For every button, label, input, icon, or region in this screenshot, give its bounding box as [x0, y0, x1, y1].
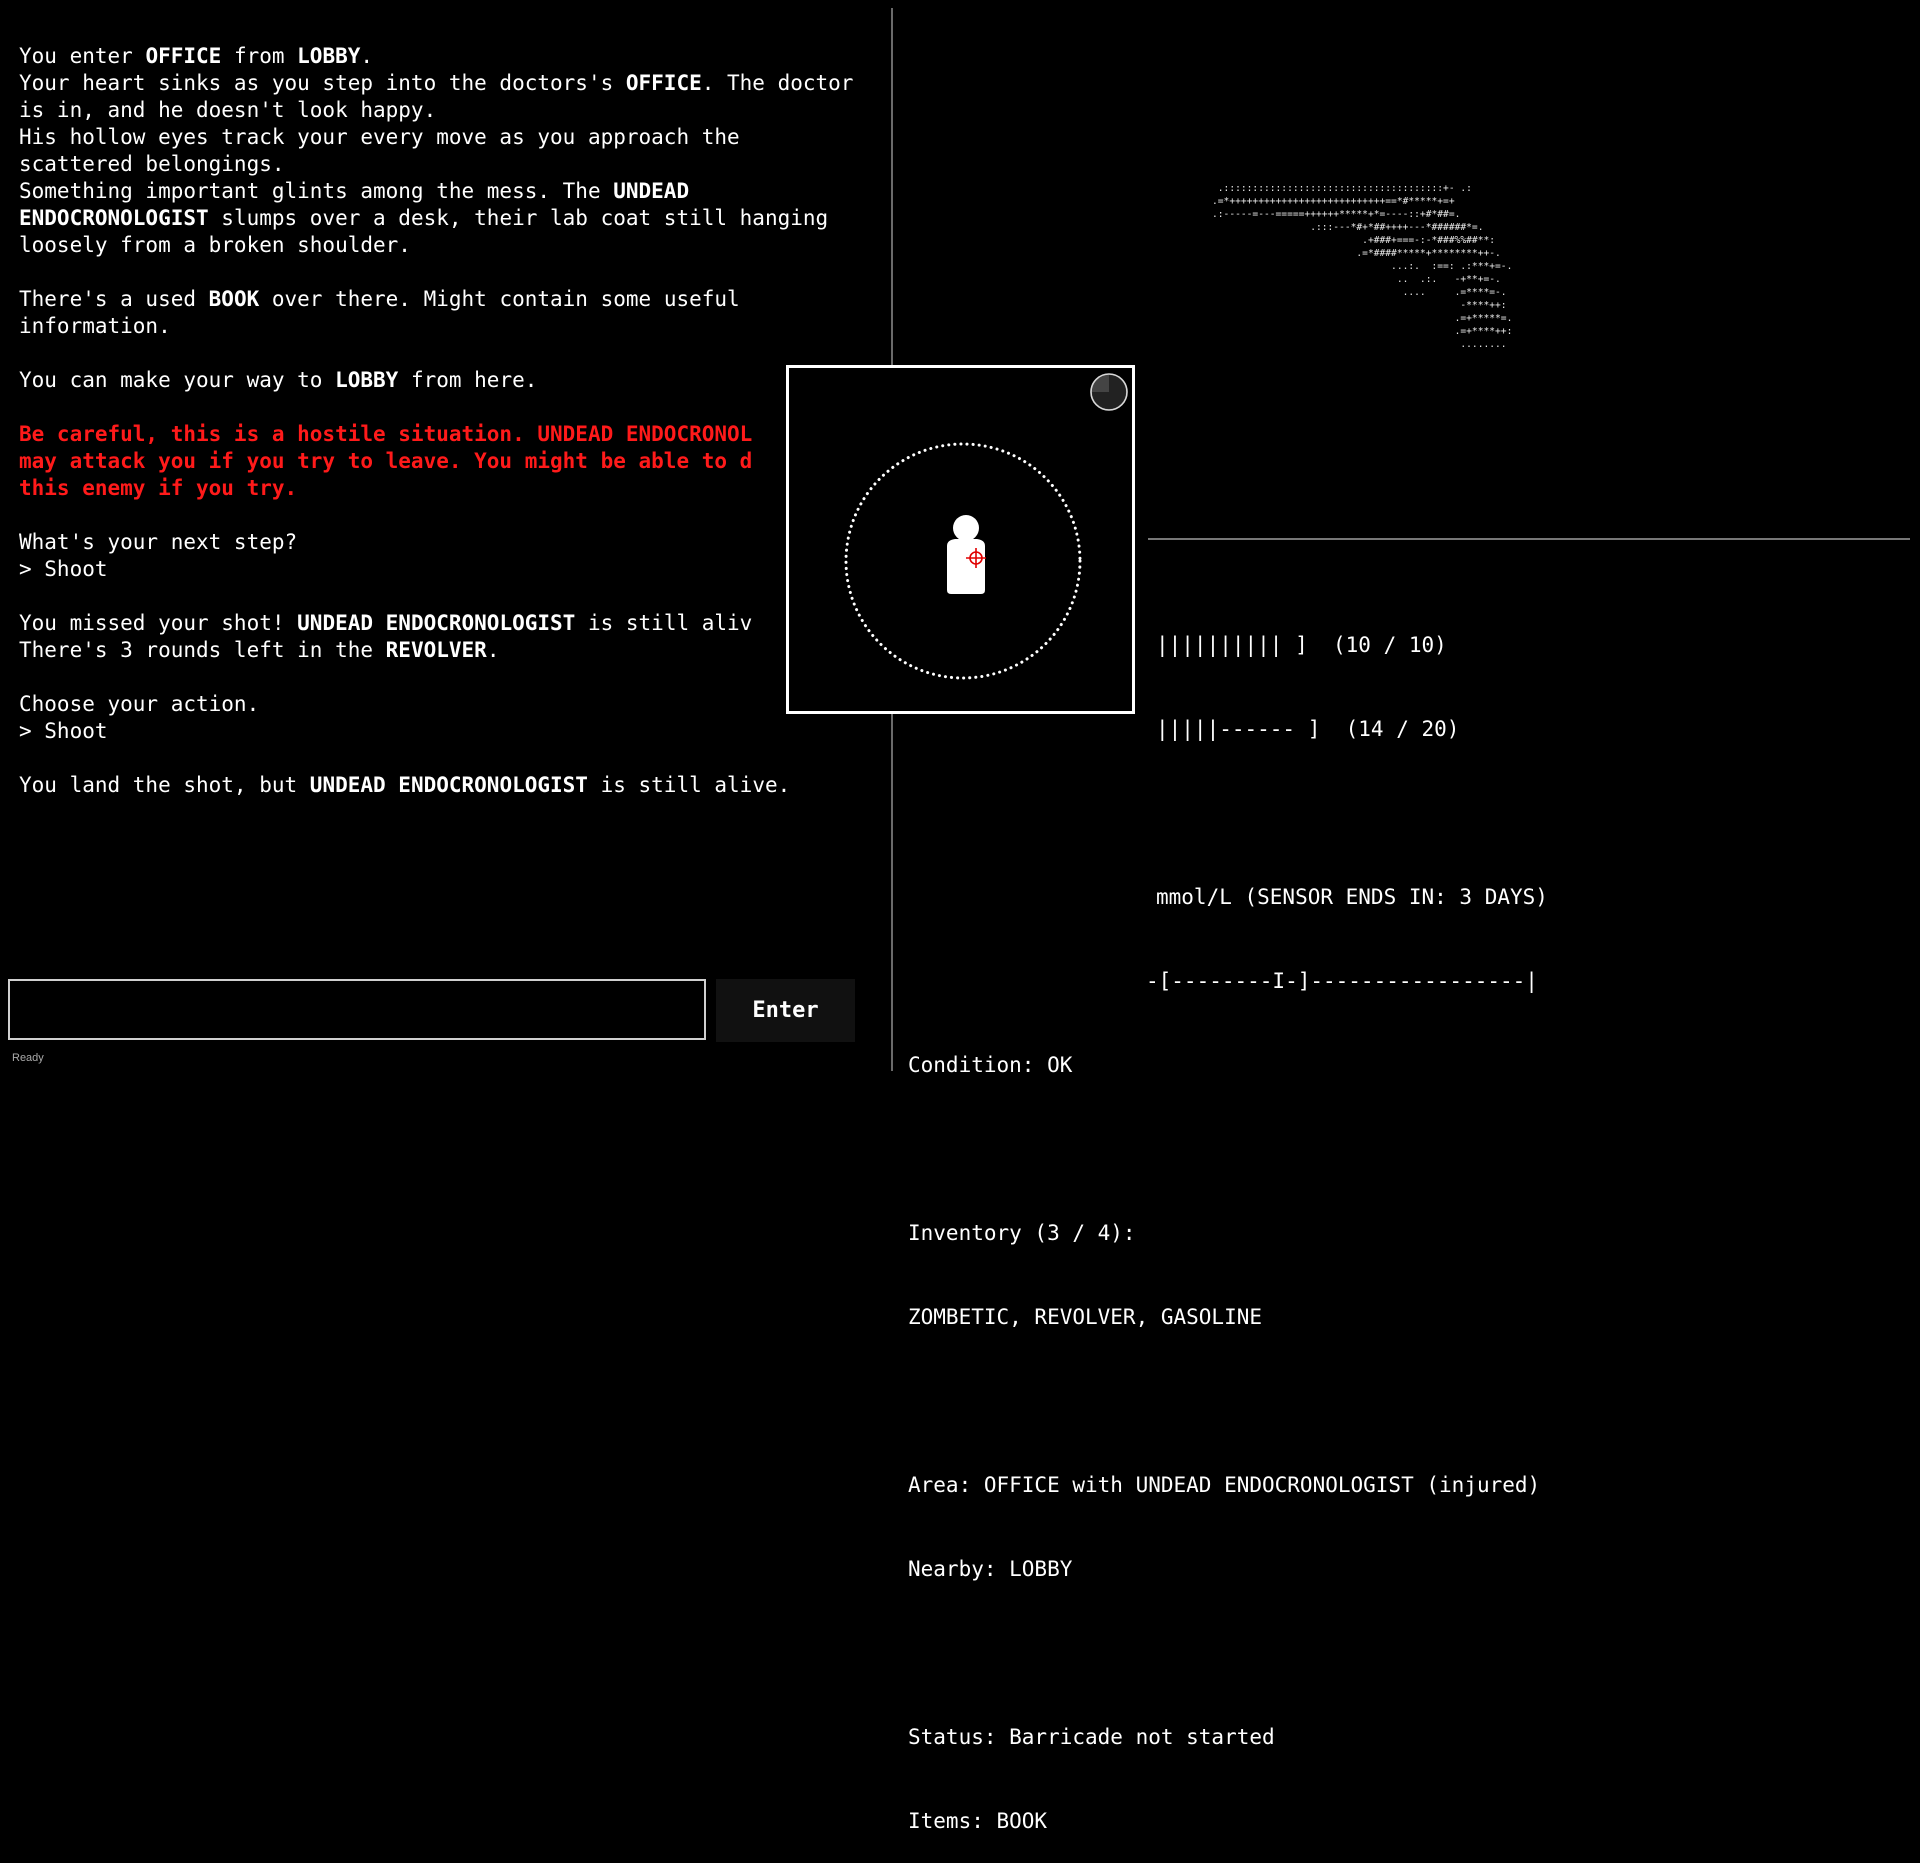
log-text: is in, and he doesn't look happy. — [19, 98, 437, 122]
log-text: Your heart sinks as you step into the do… — [19, 71, 626, 95]
log-text: this enemy if you try. — [19, 476, 298, 500]
log-text: loosely from a broken shoulder. — [19, 233, 411, 257]
timer-icon — [1090, 373, 1128, 411]
log-line: is in, and he doesn't look happy. — [19, 97, 879, 124]
log-line: information. — [19, 313, 879, 340]
glucose-reading: mmol/L (SENSOR ENDS IN: 3 DAYS) — [1156, 885, 1548, 909]
log-line: There's 3 rounds left in the REVOLVER. — [19, 637, 879, 664]
log-warning-line: this enemy if you try. — [19, 475, 879, 502]
log-keyword: OFFICE — [625, 71, 702, 95]
items-text: Items: BOOK — [908, 1809, 1048, 1833]
log-keyword: UNDEAD — [613, 179, 690, 203]
log-text: You land the shot, but — [19, 773, 310, 797]
log-text: > Shoot — [19, 719, 108, 743]
log-text: Choose your action. — [19, 692, 260, 716]
game-log: You enter OFFICE from LOBBY. Your heart s… — [19, 43, 879, 799]
log-text: . The doctor — [701, 71, 854, 95]
revolver-ascii-art: .::::::::::::::::::::::::::::::::::::::+… — [1212, 183, 1513, 350]
shooting-minigame-dialog[interactable] — [786, 365, 1135, 714]
log-text: > Shoot — [19, 557, 108, 581]
stats-panel: |||||||||| ] (10 / 10) |||||------ ] (14… — [908, 575, 1548, 1863]
log-line: loosely from a broken shoulder. — [19, 232, 879, 259]
log-text: You enter — [19, 44, 146, 68]
enter-button[interactable]: Enter — [716, 979, 855, 1042]
log-keyword: LOBBY — [335, 368, 399, 392]
log-warning-line: Be careful, this is a hostile situation.… — [19, 421, 879, 448]
log-line: Something important glints among the mes… — [19, 178, 879, 205]
inventory-label: Inventory (3 / 4): — [908, 1221, 1136, 1245]
status-text: Ready — [12, 1052, 44, 1064]
log-line: What's your next step? — [19, 529, 879, 556]
log-line: You enter OFFICE from LOBBY. — [19, 43, 879, 70]
log-text: There's 3 rounds left in the — [19, 638, 386, 662]
log-text: His hollow eyes track your every move as… — [19, 125, 740, 149]
log-text: You missed your shot! — [19, 611, 298, 635]
log-line: You missed your shot! UNDEAD ENDOCRONOLO… — [19, 610, 879, 637]
log-line: Your heart sinks as you step into the do… — [19, 70, 879, 97]
log-text: Be careful, this is a hostile situation.… — [19, 422, 753, 446]
status-line: Status: Barricade not started — [908, 1725, 1275, 1749]
log-text: over there. Might contain some useful — [259, 287, 740, 311]
log-text: There's a used — [19, 287, 209, 311]
log-text: is still aliv — [575, 611, 753, 635]
log-line: scattered belongings. — [19, 151, 879, 178]
log-line: There's a used BOOK over there. Might co… — [19, 286, 879, 313]
log-warning-line: may attack you if you try to leave. You … — [19, 448, 879, 475]
log-keyword: ENDOCRONOLOGIST — [19, 206, 209, 230]
area-text: Area: OFFICE with UNDEAD ENDOCRONOLOGIST… — [908, 1473, 1541, 1497]
log-line: Choose your action. — [19, 691, 879, 718]
inventory-items: ZOMBETIC, REVOLVER, GASOLINE — [908, 1305, 1263, 1329]
command-input[interactable] — [8, 979, 706, 1040]
stats-divider — [1148, 538, 1910, 540]
log-keyword: UNDEAD ENDOCRONOLOGIST — [309, 773, 588, 797]
condition-text: Condition: OK — [908, 1053, 1073, 1077]
log-line: ENDOCRONOLOGIST slumps over a desk, thei… — [19, 205, 879, 232]
log-text: is still alive. — [587, 773, 791, 797]
log-text: What's your next step? — [19, 530, 298, 554]
log-line: > Shoot — [19, 718, 879, 745]
log-line: You can make your way to LOBBY from here… — [19, 367, 879, 394]
target-silhouette-icon[interactable] — [947, 515, 985, 594]
log-keyword: OFFICE — [145, 44, 222, 68]
glucose-scale: -[--------I-]-----------------| — [1146, 969, 1538, 993]
log-text: You can make your way to — [19, 368, 336, 392]
log-text: Something important glints among the mes… — [19, 179, 614, 203]
stamina-bar: |||||------ ] (14 / 20) — [1156, 717, 1460, 741]
log-keyword: UNDEAD ENDOCRONOLOGIST — [297, 611, 576, 635]
log-text: . — [486, 638, 500, 662]
log-text: from — [221, 44, 298, 68]
log-text: slumps over a desk, their lab coat still… — [208, 206, 829, 230]
log-text: scattered belongings. — [19, 152, 285, 176]
log-line: You land the shot, but UNDEAD ENDOCRONOL… — [19, 772, 879, 799]
nearby-text: Nearby: LOBBY — [908, 1557, 1073, 1581]
log-text: may attack you if you try to leave. You … — [19, 449, 753, 473]
log-text: information. — [19, 314, 171, 338]
log-keyword: REVOLVER — [385, 638, 487, 662]
log-text: . — [360, 44, 374, 68]
log-keyword: BOOK — [208, 287, 260, 311]
minigame-canvas[interactable] — [789, 368, 1132, 711]
log-line: His hollow eyes track your every move as… — [19, 124, 879, 151]
log-line: > Shoot — [19, 556, 879, 583]
log-keyword: LOBBY — [297, 44, 361, 68]
log-text: from here. — [398, 368, 538, 392]
